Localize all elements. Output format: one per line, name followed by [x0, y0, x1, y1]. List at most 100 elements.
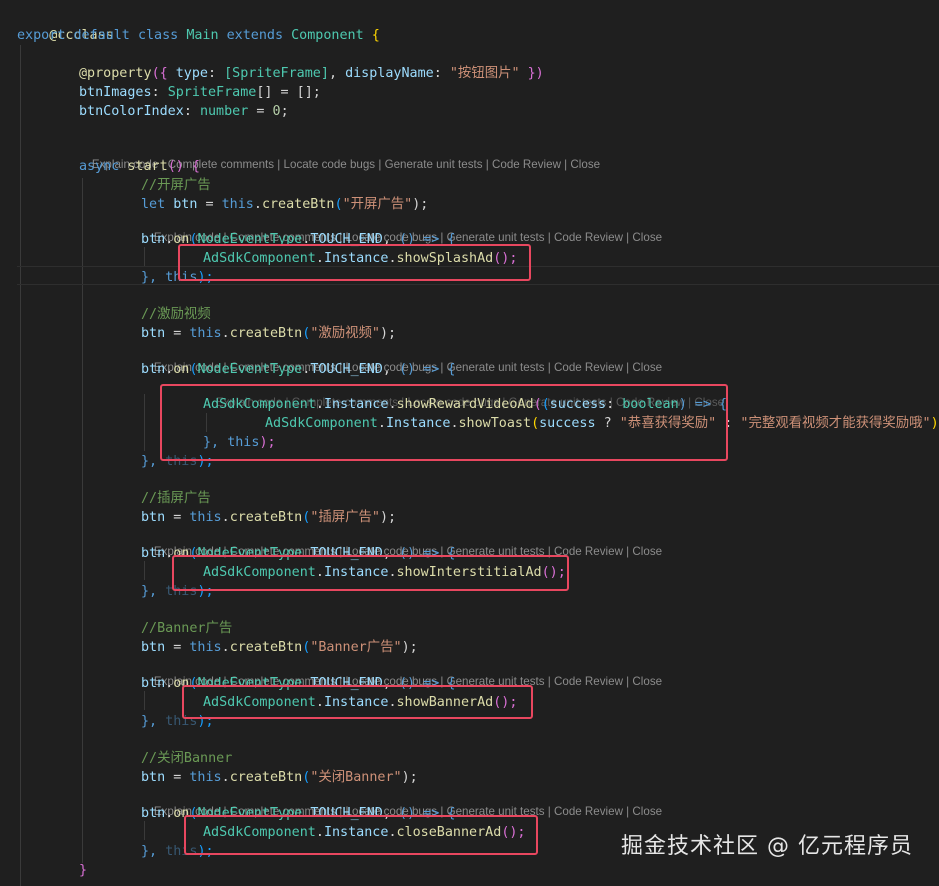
punctuation: = — [197, 197, 222, 212]
codelens-bar: Explain code | Complete comments | Locat… — [141, 344, 662, 374]
comment: //关闭Banner — [141, 751, 233, 766]
punctuation: = — [165, 640, 190, 655]
brace: } — [79, 863, 88, 878]
punctuation: [] = []; — [256, 85, 321, 100]
variable: btn — [141, 806, 166, 821]
comment: //激励视频 — [141, 307, 211, 322]
code-line[interactable]: async start() { — [79, 157, 200, 176]
field-name: btnImages — [79, 85, 152, 100]
keyword: this — [189, 640, 222, 655]
highlight-box-banner — [182, 685, 533, 719]
keyword: this — [189, 510, 222, 525]
punctuation: }, — [141, 584, 166, 599]
codelens-close[interactable]: Close — [632, 675, 662, 688]
code-line[interactable]: let btn = this.createBtn("开屏广告"); — [141, 195, 428, 214]
watermark: 掘金技术社区 @ 亿元程序员 — [621, 834, 913, 859]
indent-guide — [20, 45, 21, 886]
codelens-bar: Explain code | Complete comments | Locat… — [79, 141, 600, 171]
codelens-close[interactable]: Close — [632, 231, 662, 244]
function-name: createBtn — [229, 510, 303, 525]
type-name: SpriteFrame — [167, 85, 257, 100]
punctuation: : — [208, 66, 225, 81]
comment: //Banner广告 — [141, 621, 233, 636]
code-line[interactable]: //开屏广告 — [141, 176, 211, 195]
codelens-bar: Explain code | Complete comments | Locat… — [141, 658, 662, 688]
codelens-separator: | — [622, 805, 633, 818]
codelens-unit-tests[interactable]: Generate unit tests — [447, 361, 545, 374]
punctuation: . — [221, 510, 230, 525]
punctuation: ); — [401, 640, 418, 655]
codelens-unit-tests[interactable]: Generate unit tests — [447, 231, 545, 244]
function-name: createBtn — [229, 326, 303, 341]
codelens-close[interactable]: Close — [570, 158, 600, 171]
indent-guide — [144, 394, 145, 451]
codelens-code-review[interactable]: Code Review — [554, 805, 623, 818]
variable: btn — [141, 362, 166, 377]
code-line[interactable]: btn = this.createBtn("关闭Banner"); — [141, 768, 418, 787]
punctuation: = — [248, 104, 273, 119]
function-name: createBtn — [229, 640, 303, 655]
punctuation: }, — [141, 270, 166, 285]
code-line[interactable]: //插屏广告 — [141, 489, 211, 508]
punctuation: , — [328, 66, 346, 81]
codelens-close[interactable]: Close — [632, 805, 662, 818]
type-value: [SpriteFrame] — [224, 66, 329, 81]
code-line[interactable]: btn = this.createBtn("插屏广告"); — [141, 508, 396, 527]
codelens-separator: | — [544, 675, 554, 688]
code-line[interactable]: } — [79, 861, 87, 880]
code-line[interactable]: btnImages: SpriteFrame[] = []; — [79, 83, 321, 102]
string: "关闭Banner" — [310, 770, 402, 785]
code-line[interactable]: @property({ type: [SpriteFrame], display… — [79, 64, 544, 83]
codelens-separator: | — [560, 158, 571, 171]
class-name: Component — [291, 28, 364, 43]
keyword: this — [221, 197, 254, 212]
keyword: class — [137, 28, 179, 43]
code-line[interactable]: btn = this.createBtn("激励视频"); — [141, 324, 396, 343]
codelens-separator: | — [622, 675, 633, 688]
highlight-box-interstitial — [172, 555, 569, 591]
variable: btn — [141, 510, 166, 525]
code-line[interactable]: //激励视频 — [141, 305, 211, 324]
codelens-separator: | — [544, 361, 554, 374]
code-line[interactable]: export default class Main extends Compon… — [17, 26, 380, 45]
string: "按钮图片" — [449, 66, 520, 81]
keyword: let — [141, 197, 166, 212]
class-name: Main — [186, 28, 219, 43]
codelens-code-review[interactable]: Code Review — [492, 158, 561, 171]
codelens-close[interactable]: Close — [632, 361, 662, 374]
codelens-code-review[interactable]: Code Review — [554, 675, 623, 688]
type-name: number — [199, 104, 249, 119]
codelens-unit-tests[interactable]: Generate unit tests — [385, 158, 483, 171]
punctuation: }) — [519, 66, 544, 81]
variable: btn — [141, 326, 166, 341]
code-line[interactable]: @ccclass — [17, 7, 114, 43]
codelens-separator: | — [544, 231, 554, 244]
codelens-separator: | — [622, 361, 633, 374]
property: TOUCH_END — [310, 362, 383, 377]
punctuation: , — [382, 362, 399, 377]
code-line[interactable]: btn = this.createBtn("Banner广告"); — [141, 638, 418, 657]
highlight-box-close-banner — [184, 815, 538, 855]
codelens-code-review[interactable]: Code Review — [554, 231, 623, 244]
code-line[interactable]: btnColorIndex: number = 0; — [79, 102, 289, 121]
code-line[interactable]: btn.on(NodeEventType.TOUCH_END, () => { — [141, 360, 455, 379]
code-line[interactable]: //关闭Banner — [141, 749, 232, 768]
variable: btn — [141, 676, 166, 691]
comment: //开屏广告 — [141, 178, 211, 193]
punctuation: }, — [141, 844, 166, 859]
property-key: displayName — [345, 66, 434, 81]
keyword: default — [73, 28, 130, 43]
punctuation: ( — [334, 197, 343, 212]
string: "插屏广告" — [310, 510, 380, 525]
code-editor[interactable]: @ccclass export default class Main exten… — [0, 0, 939, 886]
highlight-box-reward — [160, 384, 728, 461]
codelens-separator: | — [482, 158, 492, 171]
codelens-locate-bugs[interactable]: Locate code bugs — [284, 158, 376, 171]
brace: { — [371, 28, 380, 43]
codelens-bar: Explain code | Complete comments | Locat… — [141, 528, 662, 558]
codelens-close[interactable]: Close — [632, 545, 662, 558]
arrow-function: () => { — [399, 362, 456, 377]
code-line[interactable]: //Banner广告 — [141, 619, 232, 638]
codelens-code-review[interactable]: Code Review — [554, 361, 623, 374]
punctuation: . — [221, 326, 230, 341]
